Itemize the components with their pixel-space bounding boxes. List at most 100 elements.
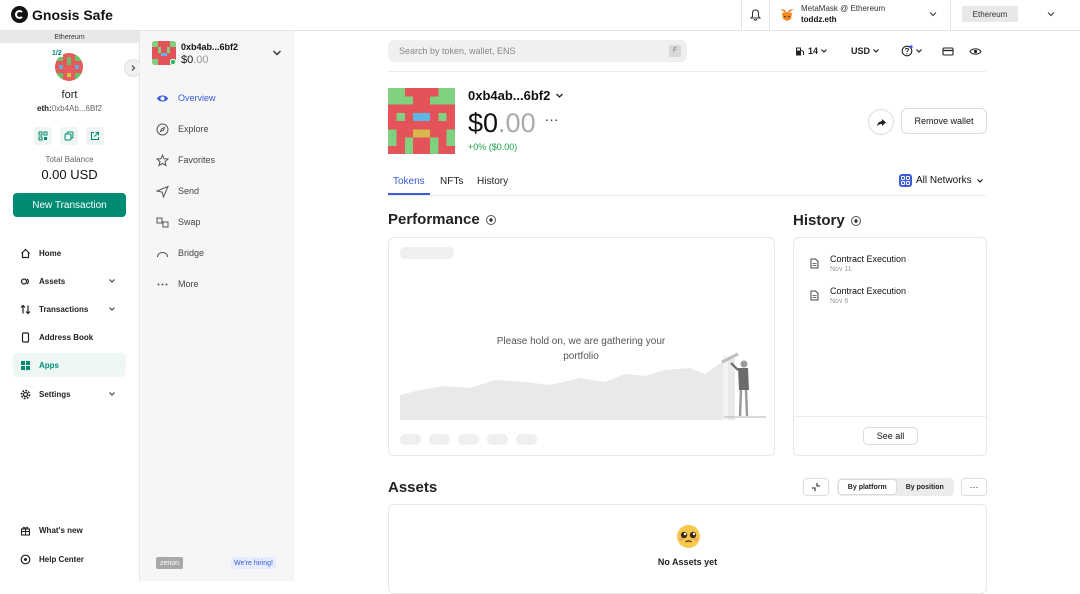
gnosis-logo-icon — [11, 6, 28, 23]
loading-skeleton — [429, 434, 450, 445]
chevron-down-icon — [109, 307, 115, 311]
subnav-more[interactable]: More — [156, 276, 199, 292]
sidebar-item-transactions[interactable]: Transactions — [13, 297, 126, 321]
wallet-subnav: 0xb4ab...6bf2 $0.00 Overview Explore Fav… — [140, 31, 294, 581]
network-filter-label: All Networks — [916, 175, 972, 186]
sidebar-item-help-center[interactable]: Help Center — [13, 547, 126, 571]
qr-code-button[interactable] — [34, 127, 52, 145]
subnav-explore[interactable]: Explore — [156, 121, 209, 137]
chevron-down-icon — [273, 50, 281, 56]
wallet-title[interactable]: 0xb4ab...6bf2 — [468, 88, 564, 103]
history-heading: History — [793, 212, 861, 229]
assets-more-button[interactable]: ··· — [961, 478, 987, 496]
networks-icon — [899, 174, 912, 187]
notifications-button[interactable] — [741, 0, 770, 30]
by-platform-option[interactable]: By platform — [838, 479, 897, 495]
sidebar-item-label: Help Center — [39, 554, 84, 564]
subnav-bridge[interactable]: Bridge — [156, 245, 204, 261]
chevron-down-icon — [109, 392, 115, 396]
sidebar-item-whats-new[interactable]: What's new — [13, 518, 126, 542]
new-transaction-button[interactable]: New Transaction — [13, 193, 126, 217]
history-item-date: Nov 11 — [830, 266, 852, 273]
chain-prefix: eth: — [37, 104, 52, 113]
remove-wallet-button[interactable]: Remove wallet — [901, 108, 987, 134]
wallet-switcher[interactable]: 0xb4ab...6bf2 $0.00 — [152, 41, 287, 67]
total-balance-value: 0.00 USD — [41, 167, 98, 182]
performance-title: Performance — [388, 211, 480, 228]
subnav-label: Overview — [178, 93, 216, 103]
subnav-label: More — [178, 279, 199, 289]
external-link-icon — [91, 132, 99, 140]
assets-empty-message: No Assets yet — [657, 557, 718, 567]
chevron-down-icon[interactable] — [1046, 9, 1056, 19]
sidebar-item-apps[interactable]: Apps — [13, 353, 126, 377]
visibility-toggle[interactable] — [969, 44, 982, 58]
balance-more-button[interactable]: ··· — [545, 111, 559, 127]
assets-icon — [20, 276, 31, 287]
search-input[interactable] — [388, 40, 687, 62]
loading-skeleton — [458, 434, 479, 445]
address-book-icon — [20, 331, 31, 343]
chevron-down-icon — [873, 49, 879, 53]
gas-pump-icon — [796, 47, 804, 55]
sidebar-item-assets[interactable]: Assets — [13, 269, 126, 293]
qr-code-icon — [38, 131, 48, 141]
share-button[interactable] — [868, 109, 894, 135]
subnav-favorites[interactable]: Favorites — [156, 152, 215, 168]
tab-history[interactable]: History — [477, 176, 508, 187]
help-circle-icon — [901, 45, 913, 57]
network-filter[interactable]: All Networks — [899, 174, 984, 187]
by-position-option[interactable]: By position — [897, 479, 954, 495]
balance-decimal: .00 — [498, 108, 536, 138]
tab-tokens[interactable]: Tokens — [393, 176, 425, 187]
hiring-link[interactable]: We're hiring! — [231, 557, 276, 569]
account-selector[interactable]: MetaMask @ Ethereum toddz.eth — [771, 0, 951, 30]
sidebar-item-home[interactable]: Home — [13, 241, 126, 265]
chevron-down-icon — [929, 12, 937, 17]
safe-address: eth:0xb4Ab...6Bf2 — [0, 104, 139, 113]
divider — [388, 71, 986, 72]
subnav-send[interactable]: Send — [156, 183, 199, 199]
tabs-divider — [388, 195, 986, 196]
sidebar-item-settings[interactable]: Settings — [13, 382, 126, 406]
sidebar-item-address-book[interactable]: Address Book — [13, 325, 126, 349]
see-all-button[interactable]: See all — [863, 427, 918, 445]
safe-sidebar: Ethereum 1/2 fort eth:0xb4Ab...6Bf2 Tota… — [0, 31, 142, 581]
placeholder-chart-illustration — [400, 352, 766, 420]
open-explorer-button[interactable] — [86, 127, 104, 145]
balance-decimal: .00 — [193, 54, 209, 66]
credit-card-icon — [942, 46, 954, 56]
performance-card: Please hold on, we are gathering your po… — [388, 237, 775, 456]
loading-skeleton — [400, 434, 421, 445]
network-badge[interactable]: Ethereum — [962, 6, 1018, 22]
account-ens-name: toddz.eth — [801, 15, 837, 24]
help-menu-button[interactable] — [901, 44, 923, 58]
subnav-swap[interactable]: Swap — [156, 214, 201, 230]
performance-heading: Performance — [388, 211, 496, 228]
help-icon — [20, 554, 31, 565]
bell-icon — [750, 9, 761, 21]
brand-logo[interactable]: Gnosis Safe — [11, 6, 113, 23]
tab-nfts[interactable]: NFTs — [440, 176, 463, 187]
history-item-date: Nov 6 — [830, 298, 849, 305]
share-arrow-icon — [876, 118, 886, 126]
collapse-assets-button[interactable] — [803, 478, 829, 496]
sidebar-item-label: What's new — [39, 525, 83, 535]
info-icon[interactable] — [485, 214, 496, 225]
safe-avatar — [55, 53, 83, 81]
subnav-overview[interactable]: Overview — [156, 90, 216, 106]
sidebar-item-label: Settings — [39, 389, 71, 399]
eye-icon — [156, 92, 169, 105]
currency-selector[interactable]: USD — [851, 44, 880, 58]
zerion-badge[interactable]: zerion — [156, 557, 184, 569]
history-item[interactable]: Contract Execution Nov 6 — [810, 286, 980, 310]
chevron-down-icon — [556, 93, 564, 98]
info-icon[interactable] — [850, 215, 861, 226]
gas-price-button[interactable]: 14 — [795, 44, 828, 58]
history-item-title: Contract Execution — [830, 254, 907, 264]
total-balance-label: Total Balance — [45, 155, 94, 164]
currency-value: USD — [851, 46, 871, 56]
history-item[interactable]: Contract Execution Nov 11 — [810, 254, 980, 278]
card-button[interactable] — [942, 44, 954, 58]
copy-address-button[interactable] — [60, 127, 78, 145]
